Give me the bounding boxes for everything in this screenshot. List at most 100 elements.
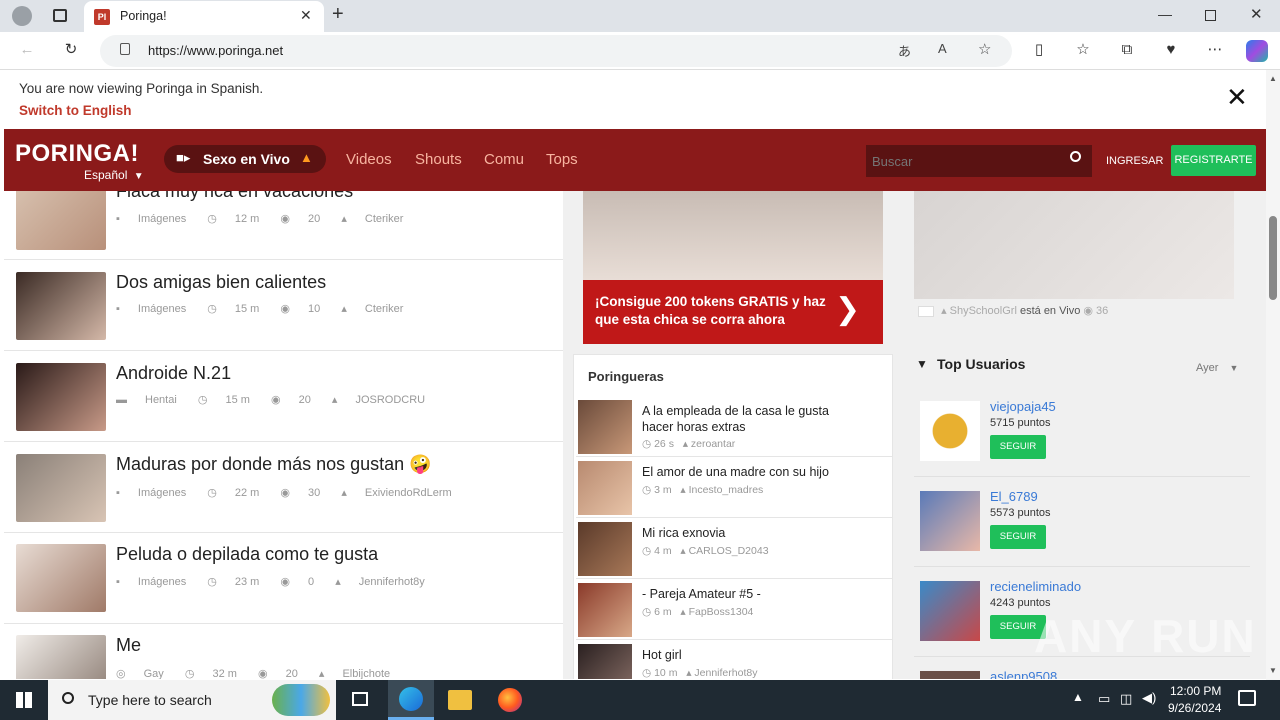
volume-icon[interactable]: ◀) (1142, 690, 1156, 706)
more-menu-icon[interactable]: ⋯ (1204, 40, 1226, 60)
post-item[interactable]: Dos amigas bien calientes ▪ Imágenes ◷ 15 … (4, 260, 563, 351)
post-author[interactable]: ExiviendoRdLerm (365, 487, 452, 499)
page-scrollbar[interactable]: ▲ ▼ (1266, 70, 1280, 680)
post-author[interactable]: Jenniferhot8y (359, 576, 425, 588)
item-author[interactable]: CARLOS_D2043 (689, 545, 769, 557)
restore-icon[interactable] (1205, 10, 1216, 21)
search-icon[interactable] (1070, 151, 1081, 162)
post-item[interactable]: Androide N.21 ▬ Hentai ◷ 15 m ◉ 20 ▴ JOSRODC… (4, 351, 563, 442)
avatar[interactable] (920, 581, 980, 641)
clock-date[interactable]: 9/26/2024 (1168, 701, 1221, 715)
post-thumbnail[interactable] (16, 191, 106, 250)
list-item[interactable]: Mi rica exnovia ◷ 4 m ▴ CARLOS_D2043 (576, 519, 892, 579)
item-title[interactable]: Mi rica exnovia (642, 525, 862, 541)
post-thumbnail[interactable] (16, 454, 106, 522)
item-thumbnail[interactable] (578, 522, 632, 576)
url-field[interactable]: https://www.poringa.net あ A ☆ (100, 35, 1012, 67)
favorite-star-icon[interactable]: ☆ (978, 40, 991, 58)
follow-button[interactable]: SEGUIR (990, 525, 1046, 549)
post-thumbnail[interactable] (16, 363, 106, 431)
nav-item-tops[interactable]: Tops (546, 151, 578, 168)
translate-icon[interactable]: あ (898, 41, 911, 60)
list-item[interactable]: Hot girl ◷ 10 m ▴ Jenniferhot8y (576, 641, 892, 679)
post-item[interactable]: Flaca muy rica en vacaciones ▪ Imágenes ◷… (4, 191, 563, 260)
item-thumbnail[interactable] (578, 400, 632, 454)
notice-close-icon[interactable]: ✕ (1226, 82, 1248, 112)
ad-cta[interactable]: ¡Consigue 200 tokens GRATIS y haz que es… (583, 280, 883, 344)
live-stream-preview[interactable] (914, 191, 1234, 299)
register-button[interactable]: REGISTRARTE (1171, 145, 1256, 176)
clock-time[interactable]: 12:00 PM (1170, 684, 1221, 698)
minimize-icon[interactable]: — (1158, 6, 1172, 22)
list-item[interactable]: El amor de una madre con su hijo ◷ 3 m ▴… (576, 458, 892, 518)
login-button[interactable]: INGRESAR (1106, 155, 1163, 167)
post-thumbnail[interactable] (16, 544, 106, 612)
extensions-icon[interactable]: ♥ (1160, 40, 1182, 60)
post-author[interactable]: Cteriker (365, 213, 404, 225)
post-item[interactable]: Peluda o depilada como te gusta ▪ Imágene… (4, 533, 563, 624)
item-thumbnail[interactable] (578, 461, 632, 515)
task-view-icon[interactable] (352, 692, 368, 706)
follow-button[interactable]: SEGUIR (990, 435, 1046, 459)
copilot-icon[interactable] (1246, 40, 1268, 62)
post-title[interactable]: Dos amigas bien calientes (116, 272, 326, 293)
read-aloud-icon[interactable]: A (938, 41, 947, 56)
user-name[interactable]: viejopaja45 (990, 399, 1056, 414)
post-author[interactable]: Elbijchote (342, 668, 390, 679)
switch-language-link[interactable]: Switch to English (19, 103, 132, 118)
taskbar-search[interactable]: Type here to search (48, 680, 336, 720)
firefox-icon[interactable] (498, 688, 522, 712)
post-title[interactable]: Androide N.21 (116, 363, 231, 384)
scroll-up-icon[interactable]: ▲ (1269, 74, 1277, 83)
browser-tab[interactable]: Pl Poringa! ✕ (84, 1, 324, 32)
collections-icon[interactable]: ⧉ (1116, 40, 1138, 60)
item-author[interactable]: zeroantar (691, 438, 735, 450)
item-thumbnail[interactable] (578, 583, 632, 637)
ad-banner[interactable]: ¡Consigue 200 tokens GRATIS y haz que es… (583, 191, 883, 344)
live-user[interactable]: ShySchoolGrl (950, 305, 1017, 317)
nav-item-shouts[interactable]: Shouts (415, 151, 462, 168)
notification-icon[interactable] (1238, 690, 1256, 706)
user-name[interactable]: aslenp9508 (990, 669, 1057, 679)
item-title[interactable]: Hot girl (642, 647, 862, 663)
site-search[interactable] (866, 145, 1092, 177)
post-author[interactable]: Cteriker (365, 303, 404, 315)
post-title[interactable]: Flaca muy rica en vacaciones (116, 191, 353, 202)
item-title[interactable]: El amor de una madre con su hijo (642, 464, 862, 480)
site-logo[interactable]: PORINGA! (15, 140, 139, 168)
post-item[interactable]: Maduras por donde más nos gustan 🤪 ▪ Imág… (4, 442, 563, 533)
profile-icon[interactable] (12, 6, 32, 26)
post-author[interactable]: JOSRODCRU (355, 394, 425, 406)
user-name[interactable]: El_6789 (990, 489, 1038, 504)
tray-chevron-icon[interactable]: ▲ (1072, 690, 1084, 704)
list-item[interactable]: A la empleada de la casa le gusta hacer … (576, 397, 892, 457)
window-close-icon[interactable]: ✕ (1250, 5, 1263, 23)
wifi-icon[interactable]: ◫ (1120, 691, 1132, 707)
new-tab-icon[interactable]: + (332, 3, 344, 26)
split-screen-icon[interactable]: ▯ (1028, 40, 1050, 60)
post-title[interactable]: Peluda o depilada como te gusta (116, 544, 378, 565)
list-item[interactable]: - Pareja Amateur #5 - ◷ 6 m ▴ FapBoss130… (576, 580, 892, 640)
tab-actions-icon[interactable] (53, 9, 67, 22)
nav-item-videos[interactable]: Videos (346, 151, 392, 168)
nav-item-comu[interactable]: Comu (484, 151, 524, 168)
edge-taskbar-icon[interactable] (388, 680, 434, 720)
item-title[interactable]: - Pareja Amateur #5 - (642, 586, 862, 602)
live-button[interactable]: ■▸ Sexo en Vivo ▲ (164, 145, 326, 173)
network-icon[interactable]: ▭ (1098, 691, 1110, 707)
favorites-icon[interactable]: ☆ (1072, 40, 1094, 60)
avatar[interactable] (920, 671, 980, 679)
item-author[interactable]: Incesto_madres (689, 484, 764, 496)
item-author[interactable]: FapBoss1304 (689, 606, 754, 618)
scroll-down-icon[interactable]: ▼ (1269, 666, 1277, 675)
post-thumbnail[interactable] (16, 635, 106, 679)
avatar[interactable] (920, 491, 980, 551)
scrollbar-thumb[interactable] (1269, 216, 1277, 300)
period-selector[interactable]: Ayer ▼ (1196, 362, 1238, 374)
post-item[interactable]: Me ◎ Gay ◷ 32 m ◉ 20 ▴ Elbijchote (4, 624, 563, 679)
refresh-icon[interactable]: ↻ (60, 40, 82, 60)
search-input[interactable] (872, 151, 1052, 171)
user-name[interactable]: recieneliminado (990, 579, 1081, 594)
item-thumbnail[interactable] (578, 644, 632, 679)
post-title[interactable]: Me (116, 635, 141, 656)
